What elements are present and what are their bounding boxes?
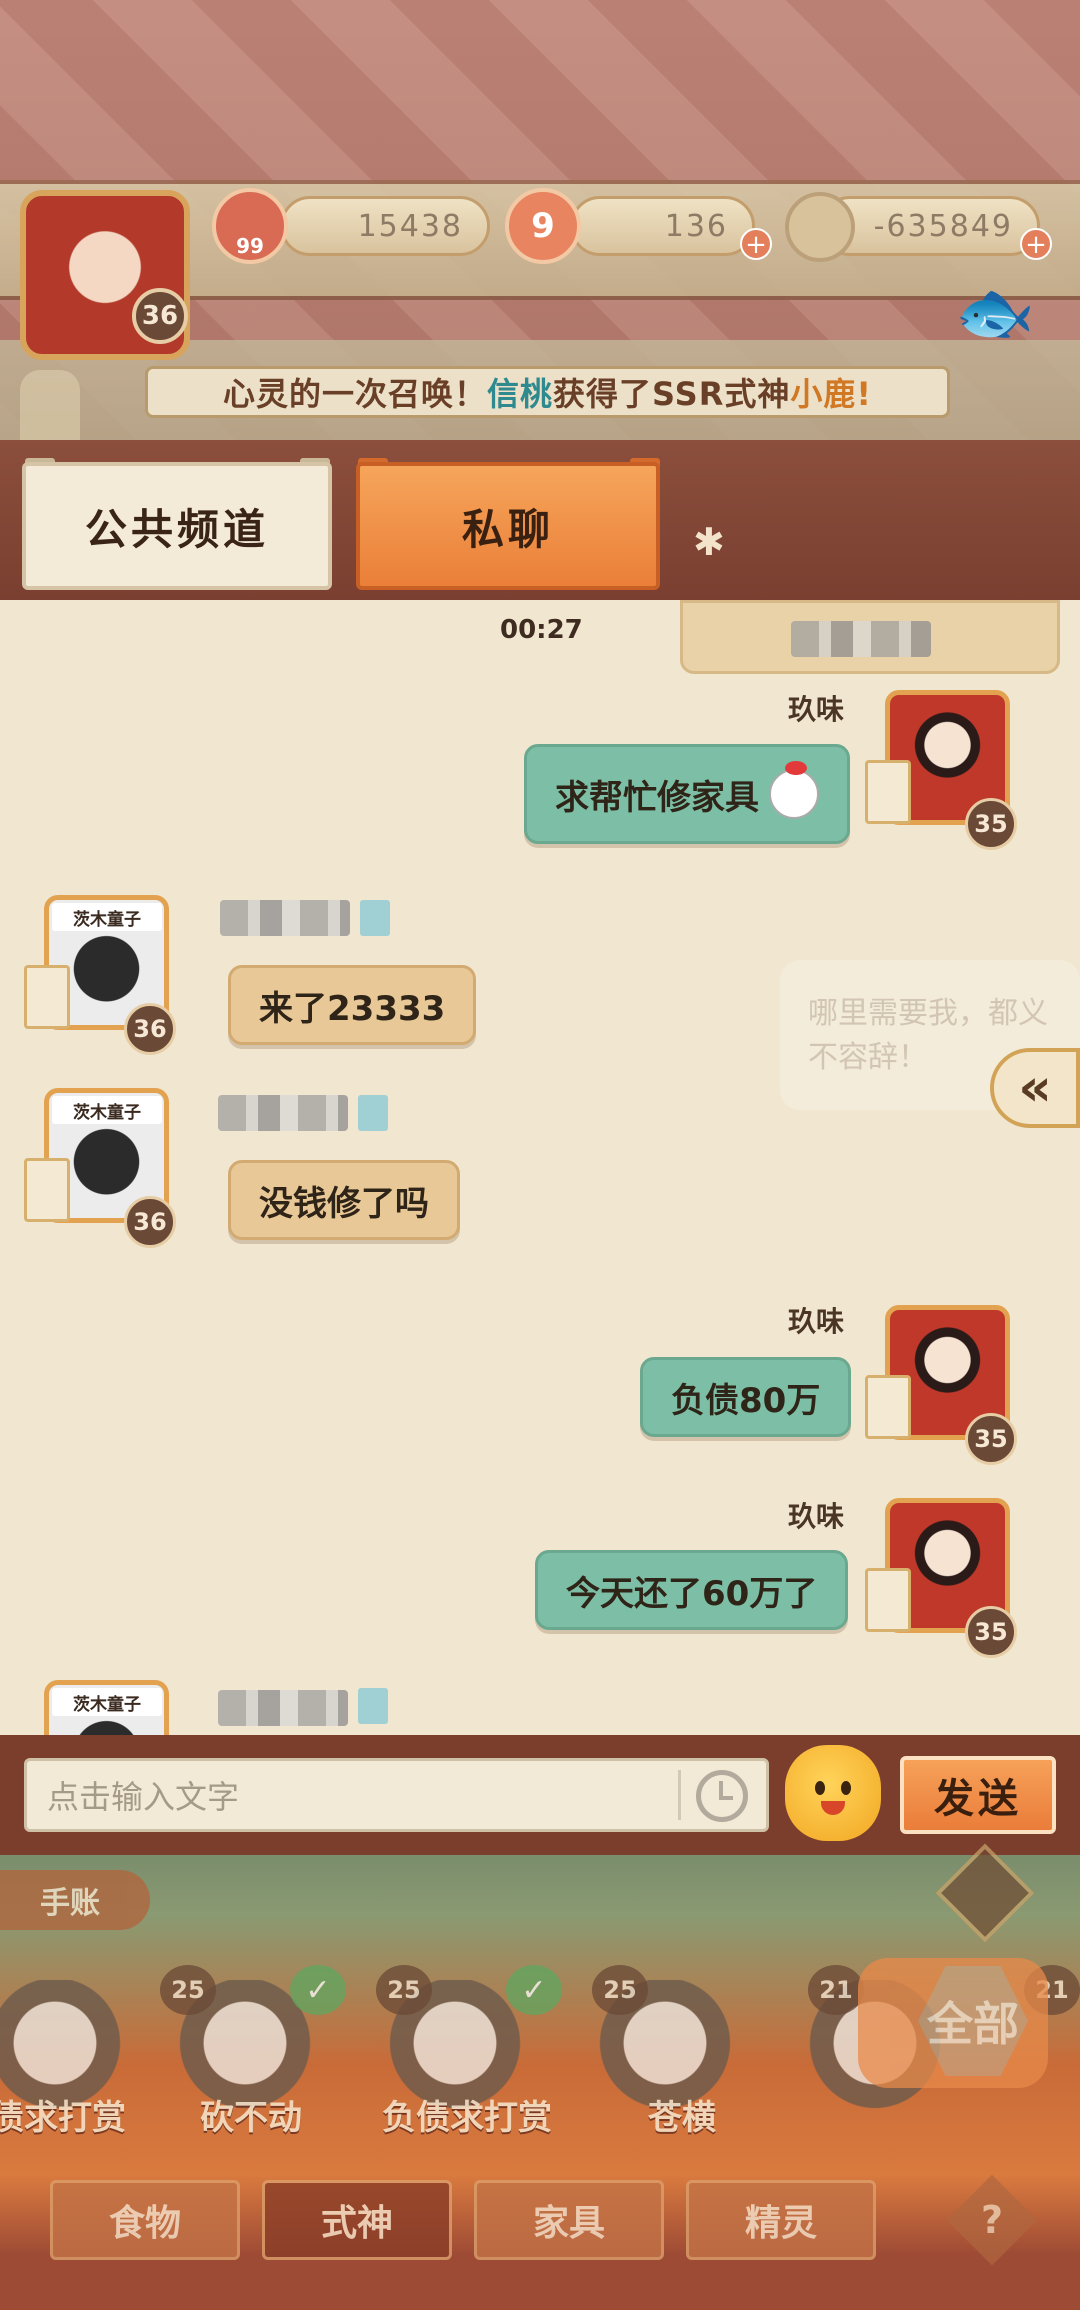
shikigami-level: 25 <box>592 1965 648 2015</box>
filter-all-button[interactable]: 全部 <box>858 1958 1048 2088</box>
gold-value: 15438 <box>357 208 463 244</box>
avatar-nameplate: 茨木童子 <box>52 1688 162 1716</box>
avatar-card <box>865 760 911 824</box>
check-icon: ✓ <box>506 1965 562 2015</box>
send-button[interactable]: 发送 <box>900 1756 1056 1834</box>
message-input[interactable]: 点击输入文字 <box>24 1758 769 1832</box>
help-icon: ? <box>980 2198 1004 2242</box>
tab-private-chat[interactable]: 私聊 <box>356 462 660 590</box>
tab-public-channel[interactable]: 公共频道 <box>22 462 332 590</box>
avatar-nameplate: 茨木童子 <box>52 1096 162 1124</box>
emoji-mouth <box>821 1801 845 1815</box>
shikigami-name: 债求打赏 <box>0 2098 126 2138</box>
message-timestamp: 00:27 <box>500 615 583 645</box>
blurred-tag <box>360 900 390 936</box>
message-text: 负债80万 <box>671 1380 821 1421</box>
sender-name: 玖味 <box>788 1305 845 1338</box>
flower-icon: ✱ <box>693 520 725 564</box>
blurred-sender-name <box>218 1690 348 1726</box>
sender-name: 玖味 <box>788 693 845 726</box>
announcement-player: 信桃 <box>487 375 554 413</box>
announcement-marquee: 心灵的一次召唤！ 信桃 获得了SSR式神 小鹿! <box>145 366 950 418</box>
previous-message-bubble <box>680 600 1060 674</box>
level-badge: 36 <box>124 1196 176 1248</box>
collapse-chevron-icon[interactable]: « <box>990 1048 1080 1128</box>
tab-shikigami[interactable]: 式神 <box>262 2180 452 2260</box>
magatama-value: 136 <box>664 208 728 244</box>
avatar-nameplate: 茨木童子 <box>52 903 162 931</box>
magatama-counter: 136 <box>570 196 755 256</box>
shikigami-name: 负债求打赏 <box>382 2098 552 2138</box>
avatar-card <box>24 1158 70 1222</box>
filter-all-label: 全部 <box>918 1966 1028 2076</box>
check-icon: ✓ <box>290 1965 346 2015</box>
sakura-coin-icon: 99 <box>212 188 288 264</box>
tab-furniture[interactable]: 家具 <box>474 2180 664 2260</box>
avatar-card <box>865 1568 911 1632</box>
message-text: 今天还了60万了 <box>566 1573 818 1614</box>
blurred-tag <box>358 1688 388 1724</box>
fish-icon[interactable]: 🐟 <box>955 275 1035 395</box>
message-bubble-other[interactable]: 没钱修了吗 <box>228 1160 460 1240</box>
avatar-card <box>865 1375 911 1439</box>
level-badge: 36 <box>124 1003 176 1055</box>
crying-face-icon <box>769 761 819 819</box>
avatar-card <box>24 965 70 1029</box>
sakura-coin-sub: 99 <box>236 234 264 258</box>
gold-counter: 15438 <box>280 196 490 256</box>
magatama-icon: 9 <box>505 188 581 264</box>
blurred-tag <box>358 1095 388 1131</box>
announcement-middle: 获得了SSR式神 <box>553 375 791 413</box>
message-text: 没钱修了吗 <box>259 1183 429 1224</box>
announcement-prefix: 心灵的一次召唤！ <box>223 375 488 413</box>
shikigami-level: 25 <box>160 1965 216 2015</box>
player-level-badge: 36 <box>132 288 188 344</box>
shikigami-level: 21 <box>808 1965 864 2015</box>
self-avatar[interactable]: 35 <box>865 1295 1017 1465</box>
other-avatar[interactable]: 茨木童子 36 <box>24 1078 176 1248</box>
shikigami-name: 苍横 <box>648 2098 716 2138</box>
blurred-sender-name <box>220 900 350 936</box>
input-divider <box>678 1770 681 1820</box>
shikigami-name: 砍不动 <box>200 2098 302 2138</box>
message-bubble-self[interactable]: 今天还了60万了 <box>535 1550 849 1630</box>
level-badge: 35 <box>965 1413 1017 1465</box>
add-magatama-button[interactable]: + <box>740 228 772 260</box>
shikigami-level: 25 <box>376 1965 432 2015</box>
message-text: 来了23333 <box>259 988 446 1029</box>
level-badge: 35 <box>965 798 1017 850</box>
message-bubble-self[interactable]: 求帮忙修家具 <box>524 744 850 844</box>
help-button[interactable]: ? <box>946 2174 1038 2266</box>
magatama-icon-label: 9 <box>531 206 555 246</box>
emoji-eye <box>841 1781 851 1795</box>
tab-food[interactable]: 食物 <box>50 2180 240 2260</box>
add-coin-button[interactable]: + <box>1020 228 1052 260</box>
self-avatar[interactable]: 35 <box>865 1488 1017 1658</box>
other-avatar[interactable]: 茨木童子 <box>24 1670 174 1735</box>
message-input-placeholder: 点击输入文字 <box>47 1778 240 1816</box>
emoji-eye <box>815 1781 825 1795</box>
sender-name: 玖味 <box>788 1500 845 1533</box>
message-bubble-self[interactable]: 负债80万 <box>640 1357 852 1437</box>
blurred-text <box>791 621 931 657</box>
journal-button[interactable]: 手账 <box>0 1870 150 1930</box>
coin-value: -635849 <box>873 208 1013 244</box>
tab-spirit[interactable]: 精灵 <box>686 2180 876 2260</box>
self-avatar[interactable]: 35 <box>865 680 1017 850</box>
chat-message-list[interactable]: 哪里需要我，都义不容辞！ 00:27 玖味 35 求帮忙修家具 茨木童子 36 … <box>0 600 1080 1735</box>
message-text: 求帮忙修家具 <box>555 777 759 818</box>
history-clock-icon[interactable] <box>696 1770 748 1822</box>
coin-icon <box>785 192 855 262</box>
message-bubble-other[interactable]: 来了23333 <box>228 965 477 1045</box>
level-badge: 35 <box>965 1606 1017 1658</box>
other-avatar[interactable]: 茨木童子 36 <box>24 885 176 1055</box>
announcement-shikigami: 小鹿! <box>790 375 872 413</box>
emoji-button[interactable] <box>785 1745 881 1841</box>
blurred-sender-name <box>218 1095 348 1131</box>
